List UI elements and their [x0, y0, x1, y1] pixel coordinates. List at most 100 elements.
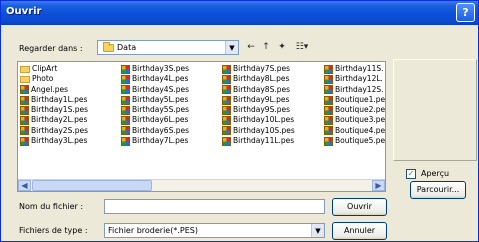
file-item[interactable]: Birthday3L.pes — [20, 136, 88, 146]
open-button[interactable]: Ouvrir — [332, 198, 387, 216]
file-item[interactable]: Birthday12L. — [324, 74, 385, 84]
new-folder-icon: ✦ — [278, 42, 286, 52]
embroidery-file-icon — [222, 74, 231, 84]
file-name: ClipArt — [32, 64, 58, 73]
new-folder-button[interactable]: ✦ — [275, 41, 289, 53]
look-in-label: Regarder dans : — [19, 44, 83, 53]
file-item[interactable]: Birthday1L.pes — [20, 95, 88, 105]
file-name: Angel.pes — [31, 84, 69, 94]
file-name: Boutique2.pe — [335, 105, 386, 115]
file-item[interactable]: Birthday11S. — [324, 64, 385, 74]
file-item[interactable]: Birthday9L.pes — [222, 95, 295, 105]
file-item[interactable]: Boutique2.pe — [324, 105, 385, 115]
file-item[interactable]: Birthday6L.pes — [121, 115, 189, 126]
file-item[interactable]: Birthday6S.pes — [121, 126, 189, 136]
file-item[interactable]: Boutique4.pe — [324, 126, 385, 136]
file-item[interactable]: Boutique5.pe — [324, 136, 385, 146]
embroidery-file-icon — [121, 105, 130, 115]
embroidery-file-icon — [121, 85, 130, 95]
help-button[interactable]: ? — [456, 3, 475, 22]
file-name: Birthday7L.pes — [132, 136, 189, 146]
embroidery-file-icon — [324, 136, 333, 146]
file-name: Birthday8S.pes — [233, 84, 291, 94]
embroidery-file-icon — [222, 105, 231, 115]
file-item[interactable]: Photo — [20, 74, 88, 84]
horizontal-scrollbar[interactable]: ◀ ▶ — [18, 179, 385, 191]
file-item[interactable]: ClipArt — [20, 64, 88, 74]
embroidery-file-icon — [324, 64, 333, 74]
embroidery-file-icon — [121, 64, 130, 74]
folder-icon — [20, 65, 30, 73]
embroidery-file-icon — [222, 116, 231, 126]
file-column: ClipArt Photo Angel.pes Birthday1L.pes Birth… — [20, 64, 88, 146]
embroidery-file-icon — [324, 105, 333, 115]
file-item[interactable]: Birthday9S.pes — [222, 105, 295, 115]
file-name: Birthday6S.pes — [132, 125, 190, 135]
look-in-value: Data — [117, 43, 137, 52]
file-item[interactable]: Boutique3.pe — [324, 115, 386, 126]
filetype-dropdown[interactable]: Fichier broderie(*.PES) ▼ — [104, 223, 325, 238]
file-name: Birthday1L.pes — [31, 94, 88, 104]
file-item[interactable]: Birthday5L.pes — [121, 95, 189, 105]
preview-checkbox[interactable]: ✓ — [406, 169, 416, 179]
embroidery-file-icon — [222, 64, 231, 74]
filename-input[interactable] — [104, 199, 325, 214]
file-item[interactable]: Birthday8S.pes — [222, 85, 295, 95]
file-list[interactable]: ClipArt Photo Angel.pes Birthday1L.pes Birth… — [17, 61, 386, 192]
file-item[interactable]: Birthday7L.pes — [121, 136, 189, 146]
file-item[interactable]: Birthday2S.pes — [20, 126, 88, 136]
file-name: Boutique1.pe — [335, 94, 386, 104]
look-in-dropdown[interactable]: Data ▼ — [97, 40, 239, 55]
embroidery-file-icon — [121, 74, 130, 84]
file-item[interactable]: Birthday12S. — [324, 85, 385, 95]
view-menu-button[interactable]: ☷▾ — [293, 41, 311, 53]
file-item[interactable]: Birthday10S.pes — [222, 126, 295, 136]
file-name: Birthday9L.pes — [233, 94, 290, 104]
filetype-label: Fichiers de type : — [19, 226, 88, 235]
file-item[interactable]: Birthday2L.pes — [20, 115, 88, 126]
file-name: Boutique4.pe — [335, 125, 386, 135]
cancel-button[interactable]: Annuler — [332, 222, 387, 240]
file-name: Birthday3L.pes — [31, 136, 88, 146]
preview-checkbox-label: Aperçu — [421, 169, 450, 178]
embroidery-file-icon — [20, 116, 29, 126]
embroidery-file-icon — [222, 136, 231, 146]
file-name: Birthday1S.pes — [31, 105, 89, 115]
file-name: Birthday7S.pes — [233, 64, 291, 73]
file-item[interactable]: Boutique1.pe — [324, 95, 385, 105]
file-item[interactable]: Birthday4L.pes — [121, 74, 189, 84]
file-item[interactable]: Birthday10L.pes — [222, 115, 295, 126]
title-bar[interactable]: Ouvrir ? — [1, 1, 478, 25]
chevron-down-icon[interactable]: ▼ — [225, 41, 238, 54]
embroidery-file-icon — [324, 126, 333, 136]
file-name: Birthday12S. — [335, 84, 384, 94]
file-item[interactable]: Birthday11L.pes — [222, 136, 295, 146]
file-name: Birthday4L.pes — [132, 74, 189, 84]
scroll-thumb[interactable] — [32, 180, 152, 191]
file-name: Boutique3.pe — [335, 115, 386, 125]
file-item[interactable]: Birthday1S.pes — [20, 105, 88, 115]
file-item[interactable]: Birthday7S.pes — [222, 64, 295, 74]
back-button[interactable]: ← — [244, 41, 258, 53]
file-name: Birthday2L.pes — [31, 115, 88, 125]
file-item[interactable]: Birthday4S.pes — [121, 85, 189, 95]
file-name: Birthday9S.pes — [233, 105, 291, 115]
scroll-left-button[interactable]: ◀ — [18, 180, 31, 191]
file-item[interactable]: Birthday8L.pes — [222, 74, 295, 84]
up-folder-button[interactable]: ↑ — [259, 41, 273, 53]
embroidery-file-icon — [324, 95, 333, 105]
embroidery-file-icon — [324, 74, 333, 84]
embroidery-file-icon — [20, 85, 29, 95]
file-column: Birthday11S. Birthday12L. Birthday12S. Bout… — [324, 64, 385, 146]
file-name: Birthday6L.pes — [132, 115, 189, 125]
embroidery-file-icon — [324, 116, 333, 126]
file-item[interactable]: Angel.pes — [20, 85, 88, 95]
folder-icon — [103, 42, 114, 52]
chevron-down-icon[interactable]: ▼ — [311, 224, 324, 237]
file-item[interactable]: Birthday5S.pes — [121, 105, 189, 115]
file-item[interactable]: Birthday3S.pes — [121, 64, 189, 74]
embroidery-file-icon — [20, 105, 29, 115]
browse-button[interactable]: Parcourir... — [410, 181, 466, 199]
filetype-value: Fichier broderie(*.PES) — [108, 226, 198, 235]
scroll-right-button[interactable]: ▶ — [372, 180, 385, 191]
